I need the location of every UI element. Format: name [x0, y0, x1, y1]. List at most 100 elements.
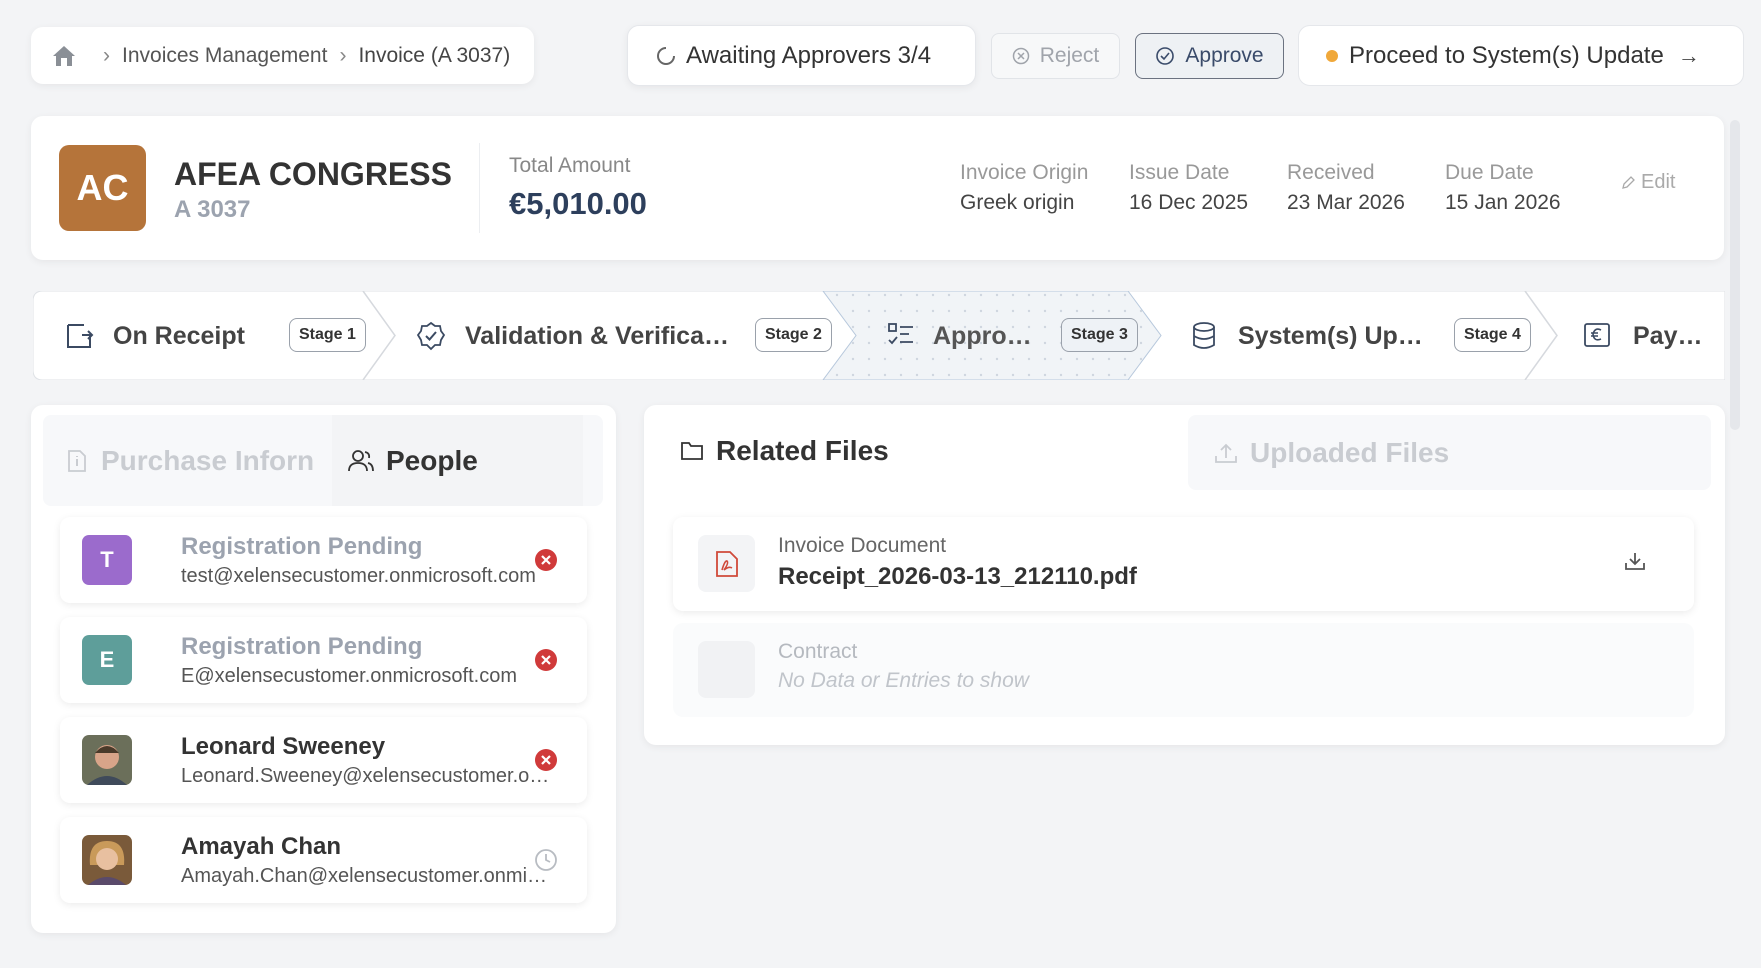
total-amount: €5,010.00 — [509, 186, 647, 221]
contract-label: Contract — [778, 640, 858, 663]
invoice-header: AC AFEA CONGRESS A 3037 Total Amount €5,… — [31, 116, 1724, 260]
person-email: test@xelensecustomer.onmicrosoft.com — [181, 565, 536, 587]
meta-value: 16 Dec 2025 — [1129, 191, 1249, 214]
breadcrumb-invoices-link[interactable]: Invoices Management — [122, 44, 327, 68]
meta-value: Greek origin — [960, 191, 1075, 214]
users-icon — [348, 449, 374, 473]
person-card[interactable]: T Registration Pending test@xelensecusto… — [60, 517, 587, 603]
inbox-icon — [64, 322, 94, 350]
stage-2-label[interactable]: Validation & Verifica… — [465, 322, 729, 351]
meta-value: 15 Jan 2026 — [1445, 191, 1561, 214]
tab-uploaded-label: Uploaded Files — [1250, 436, 1450, 468]
person-name: Registration Pending — [181, 533, 423, 560]
proceed-button[interactable]: Proceed to System(s) Update → — [1298, 25, 1744, 86]
meta-invoice-origin: Invoice Origin Greek origin — [960, 161, 1088, 215]
person-card[interactable]: Amayah Chan Amayah.Chan@xelensecustomer.… — [60, 817, 587, 903]
stage-ribbon: On Receipt Stage 1 Validation & Verifica… — [33, 291, 1725, 380]
meta-label: Received — [1287, 161, 1375, 184]
invoice-code: A 3037 — [174, 196, 251, 223]
file-card[interactable]: Invoice Document Receipt_2026-03-13_2121… — [673, 517, 1694, 611]
status-dot-icon — [1325, 49, 1339, 63]
approval-status: Awaiting Approvers 3/4 — [627, 25, 976, 86]
empty-state-text: No Data or Entries to show — [778, 669, 1029, 692]
person-name: Amayah Chan — [181, 833, 342, 860]
document-icon — [67, 449, 87, 473]
meta-issue-date: Issue Date 16 Dec 2025 — [1129, 161, 1248, 215]
stage-1-badge: Stage 1 — [289, 318, 366, 352]
edit-button[interactable]: Edit — [1620, 171, 1675, 194]
file-name[interactable]: Receipt_2026-03-13_212110.pdf — [778, 563, 1137, 591]
person-email: Amayah.Chan@xelensecustomer.onmicrosoft.… — [181, 865, 551, 887]
stage-3-label[interactable]: Appro… — [933, 322, 1032, 351]
proceed-label: Proceed to System(s) Update — [1349, 41, 1664, 69]
download-icon[interactable] — [1624, 550, 1646, 572]
tab-related-files[interactable]: Related Files — [680, 435, 889, 467]
pdf-icon — [698, 535, 755, 592]
spinner-icon — [656, 46, 676, 66]
avatar: E — [82, 635, 132, 685]
tab-purchase-information[interactable]: Purchase Inforn — [55, 415, 315, 506]
meta-value: 23 Mar 2026 — [1287, 191, 1405, 214]
person-email: E@xelensecustomer.onmicrosoft.com — [181, 665, 517, 687]
stage-5-label[interactable]: Pay… — [1633, 322, 1702, 351]
checklist-icon — [887, 322, 915, 348]
contract-card: Contract No Data or Entries to show — [673, 623, 1694, 717]
euro-icon — [1583, 322, 1611, 348]
approve-button[interactable]: Approve — [1135, 33, 1284, 79]
stage-4-label[interactable]: System(s) Up… — [1238, 322, 1423, 351]
reject-button[interactable]: Reject — [991, 33, 1120, 79]
avatar — [82, 735, 132, 785]
company-name: AFEA CONGRESS — [174, 156, 452, 192]
file-label: Invoice Document — [778, 534, 947, 557]
file-placeholder-icon — [698, 641, 755, 698]
rejected-icon — [534, 548, 558, 572]
company-avatar: AC — [59, 145, 146, 231]
avatar — [82, 835, 132, 885]
chevron-right-icon: › — [339, 43, 347, 67]
divider — [479, 143, 480, 233]
tab-related-label: Related Files — [716, 435, 889, 466]
person-email: Leonard.Sweeney@xelensecustomer.onmicros… — [181, 765, 551, 787]
edit-label: Edit — [1641, 171, 1676, 193]
tab-uploaded-files[interactable]: Uploaded Files — [1188, 415, 1711, 490]
tab-people[interactable]: People — [332, 415, 583, 506]
breadcrumb-current: Invoice (A 3037) — [358, 43, 511, 67]
right-panel: Related Files Uploaded Files Invoice Doc… — [644, 405, 1725, 745]
meta-received: Received 23 Mar 2026 — [1287, 161, 1405, 215]
meta-label: Issue Date — [1129, 161, 1230, 184]
rejected-icon — [534, 648, 558, 672]
home-icon[interactable] — [51, 44, 77, 68]
arrow-right-icon: → — [1677, 42, 1700, 68]
breadcrumb: › Invoices Management › Invoice (A 3037) — [31, 27, 534, 84]
stage-2-badge: Stage 2 — [755, 318, 832, 352]
meta-label: Invoice Origin — [960, 161, 1089, 184]
person-name: Leonard Sweeney — [181, 733, 386, 760]
scrollbar[interactable] — [1730, 120, 1740, 430]
rejected-icon — [534, 748, 558, 772]
tab-purchase-label: Purchase Inforn — [101, 444, 315, 476]
approval-status-label: Awaiting Approvers 3/4 — [686, 41, 932, 69]
clock-icon — [534, 848, 558, 872]
stage-1-label[interactable]: On Receipt — [113, 322, 245, 351]
pencil-icon — [1620, 175, 1636, 191]
total-amount-label: Total Amount — [509, 154, 631, 177]
database-icon — [1191, 321, 1217, 351]
stage-4-badge: Stage 4 — [1454, 318, 1531, 352]
reject-label: Reject — [1039, 44, 1100, 67]
meta-due-date: Due Date 15 Jan 2026 — [1445, 161, 1561, 215]
left-tabs: Purchase Inforn People — [43, 415, 603, 506]
folder-icon — [680, 440, 704, 462]
avatar: T — [82, 535, 132, 585]
check-badge-icon — [1155, 46, 1175, 66]
person-card[interactable]: Leonard Sweeney Leonard.Sweeney@xelensec… — [60, 717, 587, 803]
x-circle-icon — [1012, 47, 1030, 65]
left-panel: Purchase Inforn People T Registration Pe… — [31, 405, 616, 933]
person-card[interactable]: E Registration Pending E@xelensecustomer… — [60, 617, 587, 703]
tab-people-label: People — [386, 444, 478, 476]
person-name: Registration Pending — [181, 633, 423, 660]
chevron-right-icon: › — [103, 43, 110, 67]
check-badge-icon — [416, 321, 446, 351]
meta-label: Due Date — [1445, 161, 1534, 184]
approve-label: Approve — [1185, 44, 1264, 67]
upload-icon — [1214, 442, 1238, 464]
